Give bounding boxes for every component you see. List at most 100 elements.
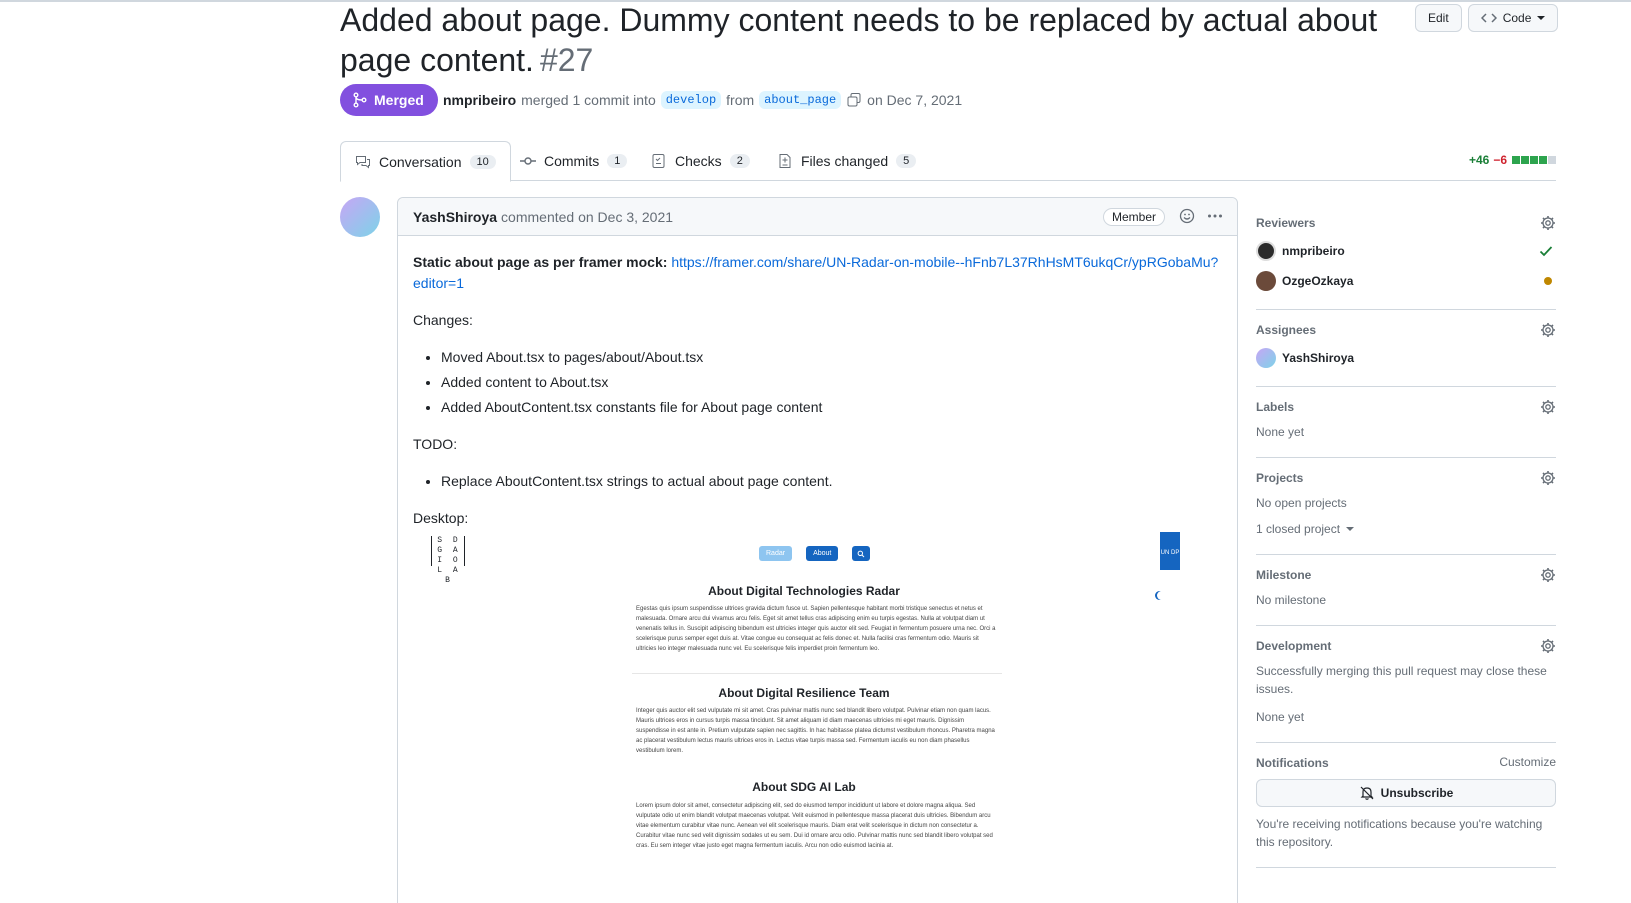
comment-author-avatar[interactable] [340, 197, 380, 237]
development-heading: Development [1256, 639, 1332, 653]
merge-author-link[interactable]: nmpribeiro [443, 92, 516, 108]
development-value: None yet [1256, 710, 1305, 724]
tab-checks-count: 2 [729, 154, 750, 168]
pr-title: Added about page. Dummy content needs to… [340, 0, 1380, 80]
mock-search-icon [852, 546, 871, 561]
assignees-section: Assignees YashShiroya [1256, 310, 1556, 387]
diffstat: +46 −6 [1469, 153, 1556, 167]
assignee-name: YashShiroya [1282, 351, 1355, 365]
assignees-heading: Assignees [1256, 323, 1317, 337]
gear-icon[interactable] [1540, 215, 1556, 231]
divider [632, 673, 1002, 674]
tab-commits[interactable]: Commits 1 [506, 141, 641, 181]
tab-conversation[interactable]: Conversation 10 [340, 141, 511, 182]
reviewers-section: Reviewers nmpribeiro OzgeOzkaya [1256, 203, 1556, 310]
gear-icon[interactable] [1540, 470, 1556, 486]
projects-heading: Projects [1256, 471, 1304, 485]
reviewers-heading: Reviewers [1256, 216, 1316, 230]
unsubscribe-button[interactable]: Unsubscribe [1256, 779, 1556, 807]
gear-icon[interactable] [1540, 638, 1556, 654]
tab-files-changed-label: Files changed [801, 153, 889, 169]
moon-icon [1157, 591, 1166, 600]
pr-title-text: Added about page. Dummy content needs to… [340, 2, 1378, 78]
header-actions: Edit Code [1415, 4, 1559, 32]
reviewer-name: nmpribeiro [1282, 244, 1345, 258]
pr-number: #27 [539, 42, 594, 78]
file-diff-icon [779, 154, 791, 168]
tab-checks[interactable]: Checks 2 [637, 141, 764, 181]
edit-button[interactable]: Edit [1415, 4, 1462, 32]
changes-heading: Changes: [413, 312, 473, 328]
list-item: Replace AboutContent.tsx strings to actu… [441, 471, 1222, 492]
code-icon [1480, 13, 1497, 23]
tab-checks-label: Checks [675, 153, 722, 169]
tab-commits-count: 1 [607, 154, 628, 168]
milestone-value: No milestone [1256, 593, 1327, 607]
mock-section-text: Egestas quis ipsum suspendisse ultrices … [636, 606, 996, 652]
smiley-icon[interactable] [1179, 208, 1195, 224]
avatar [1256, 271, 1276, 291]
todo-heading: TODO: [413, 436, 458, 452]
mock-section-title: About SDG AI Lab [752, 780, 856, 794]
pr-tabs: Conversation 10 Commits 1 Checks 2 Files… [340, 141, 1556, 182]
comment-intro-paragraph: Static about page as per framer mock: ht… [413, 252, 1222, 294]
gear-icon[interactable] [1540, 399, 1556, 415]
closed-projects-label: 1 closed project [1256, 522, 1341, 536]
merged-text: merged 1 commit into [521, 92, 656, 108]
mock-about-button: About [806, 546, 839, 561]
mock-section-text: Lorem ipsum dolor sit amet, consectetur … [636, 803, 993, 849]
desktop-screenshot[interactable]: S D G A I O L A B Radar About UN DP Abou… [414, 532, 1222, 903]
kebab-horizontal-icon[interactable] [1207, 208, 1223, 224]
diffstat-bar [1511, 156, 1556, 164]
comment-author[interactable]: YashShiroya [413, 209, 497, 225]
comment-discussion-icon [356, 155, 370, 169]
commit-icon [520, 157, 536, 165]
reviewer-name: OzgeOzkaya [1282, 274, 1354, 288]
gear-icon[interactable] [1540, 322, 1556, 338]
code-button[interactable]: Code [1467, 4, 1559, 32]
assignee-item[interactable]: YashShiroya [1256, 346, 1556, 370]
projects-value: No open projects [1256, 496, 1347, 510]
labels-value: None yet [1256, 425, 1305, 439]
tab-files-changed[interactable]: Files changed 5 [763, 141, 930, 181]
undp-logo: UN DP [1160, 532, 1180, 570]
avatar [1256, 241, 1276, 261]
copy-icon[interactable] [846, 92, 862, 108]
closed-projects-toggle[interactable]: 1 closed project [1256, 520, 1556, 538]
development-text: Successfully merging this pull request m… [1256, 664, 1547, 696]
pr-sidebar: Reviewers nmpribeiro OzgeOzkaya Assignee… [1256, 203, 1556, 868]
avatar [1256, 348, 1276, 368]
member-badge: Member [1102, 208, 1165, 226]
todo-list: Replace AboutContent.tsx strings to actu… [441, 471, 1222, 492]
reviewer-item[interactable]: OzgeOzkaya [1256, 269, 1556, 293]
comment-body: Static about page as per framer mock: ht… [398, 236, 1237, 561]
desktop-heading: Desktop: [413, 510, 469, 526]
milestone-section: Milestone No milestone [1256, 555, 1556, 626]
chevron-down-icon [1346, 527, 1355, 531]
comment-intro: Static about page as per framer mock: [413, 254, 668, 270]
head-branch[interactable]: about_page [759, 91, 842, 109]
pending-review-dot [1544, 277, 1552, 285]
reviewer-item[interactable]: nmpribeiro [1256, 239, 1556, 263]
list-item: Moved About.tsx to pages/about/About.tsx [441, 347, 1222, 368]
mock-nav: Radar About [759, 546, 871, 561]
merged-state-label: Merged [374, 92, 424, 108]
bell-slash-icon [1360, 786, 1374, 800]
undp-logo-text: UN DP [1160, 550, 1180, 556]
mock-section-title: About Digital Technologies Radar [708, 584, 900, 598]
projects-section: Projects No open projects 1 closed proje… [1256, 458, 1556, 555]
customize-link[interactable]: Customize [1499, 755, 1556, 769]
tab-files-changed-count: 5 [896, 154, 917, 168]
checklist-icon [652, 154, 665, 168]
unsubscribe-label: Unsubscribe [1380, 786, 1454, 800]
base-branch[interactable]: develop [660, 91, 722, 109]
chevron-down-icon [1537, 16, 1546, 20]
notifications-text: You're receiving notifications because y… [1256, 817, 1543, 849]
mock-section-text: Integer quis auctor elit sed vulputate m… [636, 708, 995, 754]
check-icon [1539, 246, 1553, 257]
notifications-section: Notifications Customize Unsubscribe You'… [1256, 743, 1556, 868]
tab-conversation-label: Conversation [379, 153, 462, 170]
milestone-heading: Milestone [1256, 568, 1312, 582]
gear-icon[interactable] [1540, 567, 1556, 583]
diffstat-additions: +46 [1468, 153, 1490, 167]
